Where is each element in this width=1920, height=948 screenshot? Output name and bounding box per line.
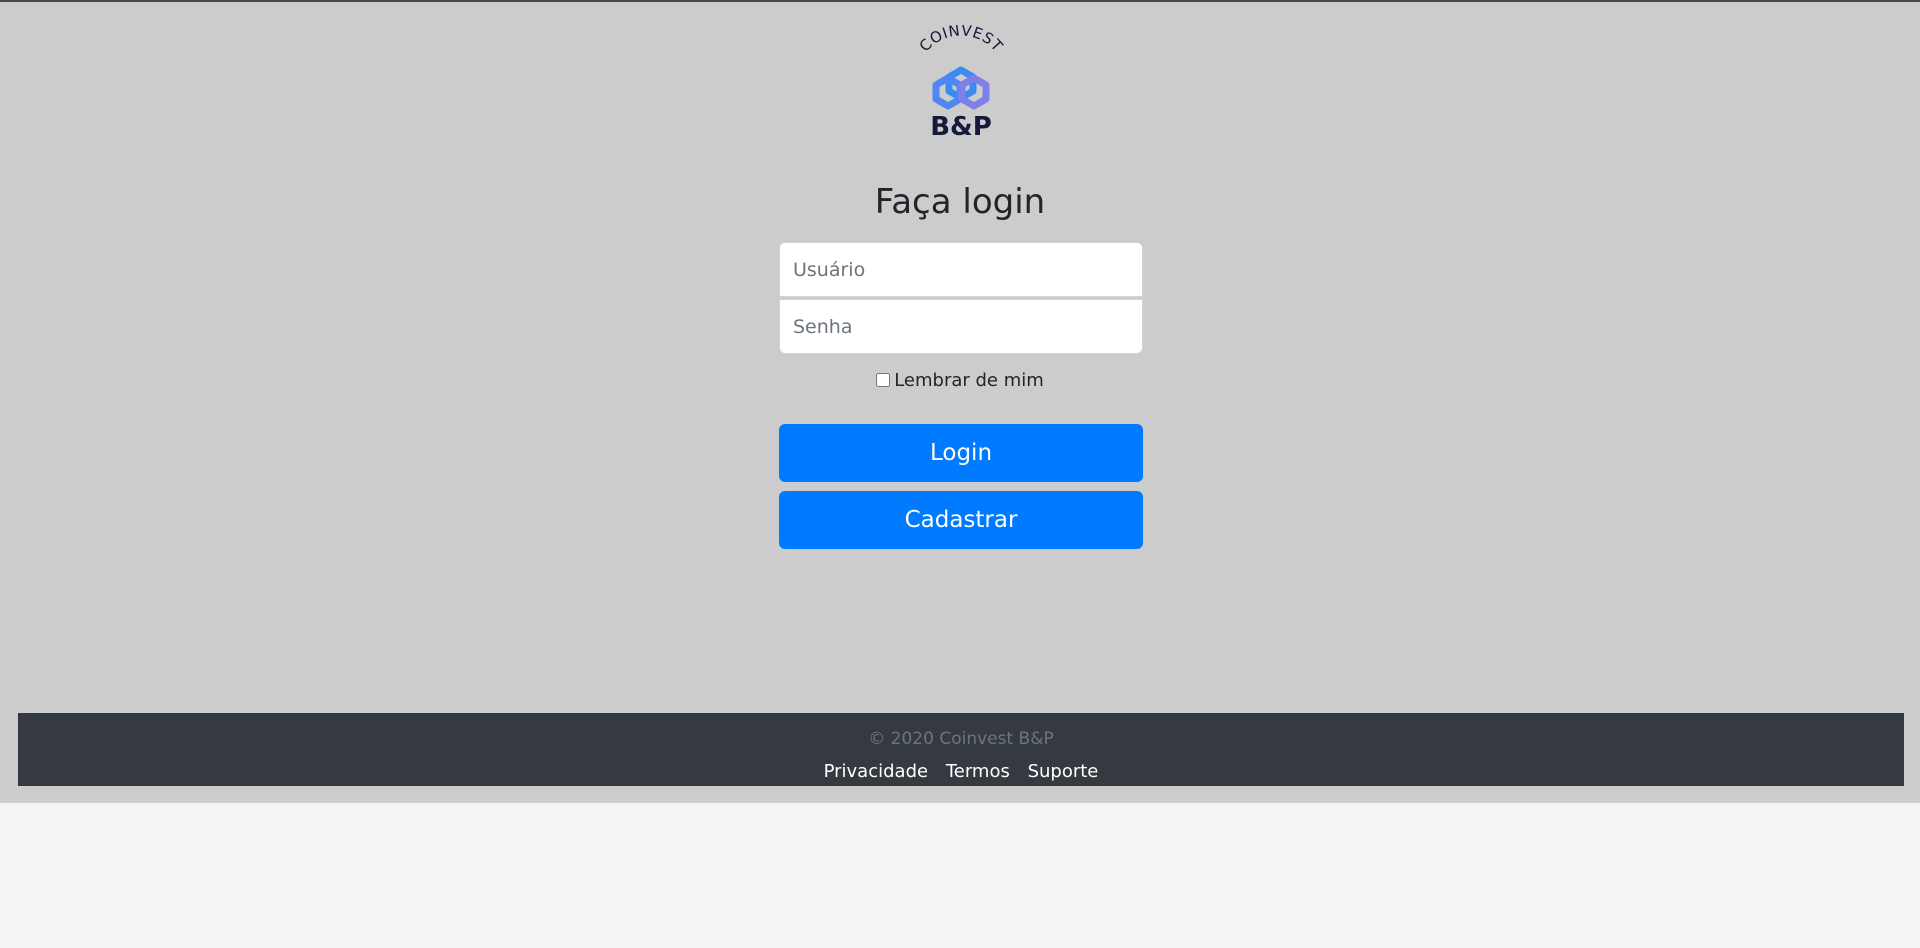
footer-link-suporte[interactable]: Suporte	[1028, 761, 1099, 782]
logo-wordmark: B&P	[930, 112, 992, 139]
remember-me-checkbox[interactable]	[876, 373, 891, 387]
logo-top-text: COINVEST	[916, 25, 1007, 56]
svg-text:COINVEST: COINVEST	[916, 25, 1007, 56]
login-button[interactable]: Login	[779, 424, 1143, 482]
remember-me-label[interactable]: Lembrar de mim	[894, 370, 1044, 391]
login-page: COINVEST B&P Faça login Lembrar de mim L…	[0, 0, 1920, 803]
footer-copyright: © 2020 Coinvest B&P	[868, 729, 1054, 749]
footer: © 2020 Coinvest B&P Privacidade Termos S…	[18, 713, 1904, 786]
username-input[interactable]	[779, 242, 1143, 297]
footer-link-termos[interactable]: Termos	[946, 761, 1010, 782]
footer-links: Privacidade Termos Suporte	[18, 760, 1904, 784]
remember-me: Lembrar de mim	[0, 368, 1920, 394]
password-input[interactable]	[779, 299, 1143, 354]
coinvest-logo: COINVEST B&P	[913, 25, 1009, 139]
login-title: Faça login	[874, 182, 1046, 222]
register-button[interactable]: Cadastrar	[779, 491, 1143, 549]
footer-link-privacidade[interactable]: Privacidade	[824, 761, 928, 782]
